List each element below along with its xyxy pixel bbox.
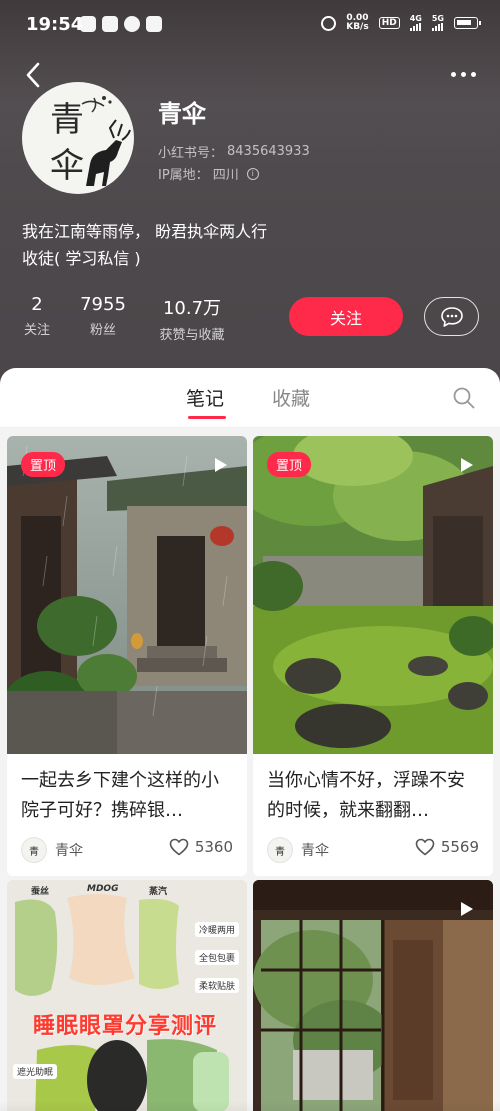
pinned-badge: 置顶 (267, 452, 312, 477)
bio-line-2: 收徒( 学习私信 ) (22, 249, 141, 268)
more-button[interactable] (446, 64, 480, 84)
info-icon[interactable]: i (246, 167, 259, 180)
note-footer: 青 青伞 5569 (253, 826, 493, 876)
note-title: 一起去乡下建个这样的小院子可好？携碎银… (21, 770, 219, 821)
cover-tag: 全包包裹 (195, 950, 240, 965)
message-button[interactable] (424, 297, 479, 336)
bio-line-1: 我在江南等雨停， 盼君执伞两人行 (22, 222, 268, 241)
chat-bubble-icon (440, 306, 463, 327)
content-sheet: 笔记 收藏 置顶 一起去乡下建个这样的小院子可好？携碎银… 青 青伞 5360 … (0, 368, 500, 1111)
active-tab-indicator (188, 416, 226, 419)
cover-tag: 遮光助眠 (13, 1064, 58, 1079)
status-indicators: 0.00 KB/s HD 4G 5G (321, 13, 481, 32)
tab-collections[interactable]: 收藏 (272, 384, 310, 411)
like-button[interactable]: 5360 (169, 838, 233, 856)
notes-feed: 置顶 一起去乡下建个这样的小院子可好？携碎银… 青 青伞 5360 置顶 当你心… (0, 428, 500, 1111)
video-play-icon (455, 898, 477, 924)
more-dots-icon (450, 71, 456, 77)
net-speed: 0.00 KB/s (346, 13, 369, 32)
chevron-left-icon (26, 62, 40, 88)
notification-icons (80, 16, 162, 32)
red-id[interactable]: 小红书号： 8435643933 (158, 142, 310, 161)
signal-bars-icon (431, 23, 443, 31)
search-button[interactable] (452, 386, 476, 410)
cover-tag: 柔软贴肤 (195, 978, 240, 993)
note-card[interactable] (253, 880, 493, 1111)
note-cover-image: 置顶 (253, 436, 493, 754)
cover-tag: 冷暖两用 (195, 922, 240, 937)
stat-likes-collects[interactable]: 10.7万 获赞与收藏 (151, 294, 233, 343)
tab-bar: 笔记 收藏 (0, 368, 500, 428)
signal-sim2: 5G (431, 15, 444, 31)
follow-button[interactable]: 关注 (289, 297, 403, 336)
note-cover-image: 置顶 (7, 436, 247, 754)
signal-bars-icon (409, 23, 421, 31)
moss-garden-image (253, 436, 493, 754)
profile-header: 19:54 0.00 KB/s HD 4G 5G 青 伞 青伞 小红书号： 84… (0, 0, 500, 390)
note-title: 当你心情不好，浮躁不安的时候，就来翻翻… (267, 770, 465, 821)
bottom-fade (0, 1101, 500, 1111)
alarm-icon (321, 15, 337, 31)
pinned-badge: 置顶 (21, 452, 66, 477)
heart-icon (415, 838, 435, 856)
author-avatar[interactable]: 青 (21, 837, 47, 863)
stat-followers[interactable]: 7955 粉丝 (78, 294, 128, 338)
signal-sim1: 4G (409, 15, 422, 31)
author-name[interactable]: 青伞 (55, 840, 83, 860)
cover-label: 蒸汽 (149, 887, 168, 897)
video-play-icon (455, 454, 477, 480)
note-footer: 青 青伞 5360 (7, 826, 247, 876)
ip-location[interactable]: IP属地： 四川 i (158, 164, 259, 183)
status-time: 19:54 (26, 14, 84, 35)
note-cover-image: 蚕丝 MDOG 蒸汽 冷暖两用 全包包裹 柔软贴肤 睡眠眼罩分享测评 遮光助眠 (7, 880, 247, 1111)
note-card[interactable]: 置顶 一起去乡下建个这样的小院子可好？携碎银… 青 青伞 5360 (7, 436, 247, 876)
note-cover-image (253, 880, 493, 1111)
battery-icon (454, 17, 481, 29)
chat-icon (124, 16, 140, 32)
app-c-icon (102, 16, 118, 32)
tab-notes[interactable]: 笔记 (186, 384, 224, 411)
status-bar: 19:54 0.00 KB/s HD 4G 5G (0, 0, 500, 52)
author-avatar[interactable]: 青 (267, 837, 293, 863)
note-card[interactable]: 蚕丝 MDOG 蒸汽 冷暖两用 全包包裹 柔软贴肤 睡眠眼罩分享测评 遮光助眠 (7, 880, 247, 1111)
stat-following[interactable]: 2 关注 (22, 294, 52, 338)
like-button[interactable]: 5569 (415, 838, 479, 856)
note-card[interactable]: 置顶 当你心情不好，浮躁不安的时候，就来翻翻… 青 青伞 5569 (253, 436, 493, 876)
cover-headline: 睡眠眼罩分享测评 (33, 1014, 218, 1039)
cover-label: MDOG (87, 884, 119, 894)
courtyard-rain-image (7, 436, 247, 754)
back-button[interactable] (18, 58, 48, 92)
nickname: 青伞 (158, 100, 206, 128)
search-icon (453, 387, 475, 409)
avatar[interactable]: 青 伞 (22, 82, 134, 194)
cover-label: 蚕丝 (31, 887, 50, 897)
video-play-icon (209, 454, 231, 480)
heart-icon (169, 838, 189, 856)
hd-badge: HD (378, 17, 400, 29)
author-name[interactable]: 青伞 (301, 840, 329, 860)
wechat-icon (80, 16, 96, 32)
app-e-icon (146, 16, 162, 32)
